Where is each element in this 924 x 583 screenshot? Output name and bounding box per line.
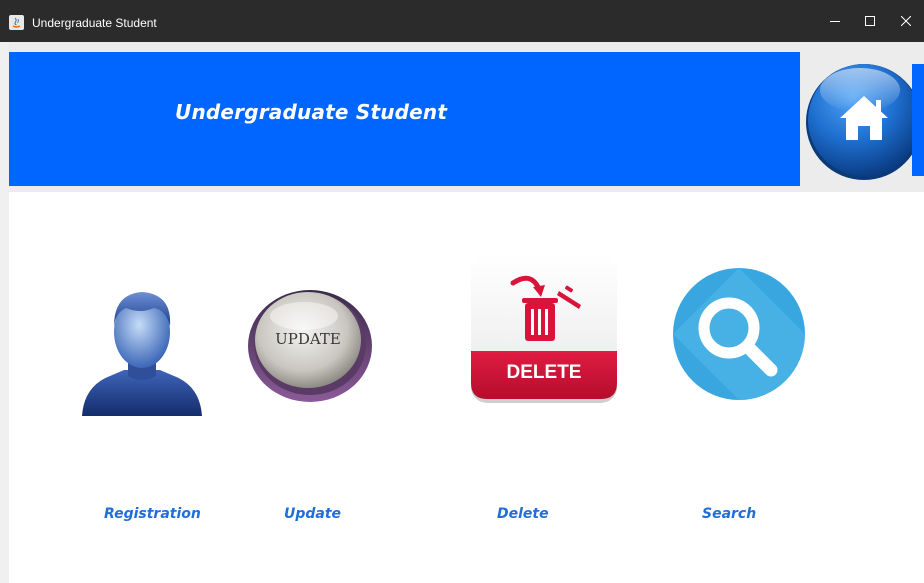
app-window: Undergraduate Student Undergraduate Stud… — [0, 0, 924, 583]
close-button[interactable] — [883, 0, 924, 42]
registration-label[interactable]: Registration — [104, 506, 201, 522]
search-label[interactable]: Search — [702, 506, 756, 522]
user-icon — [82, 292, 202, 416]
search-tile[interactable] — [671, 266, 808, 403]
maximize-icon — [865, 16, 875, 26]
delete-icon-text: DELETE — [507, 362, 582, 383]
window-left-edge — [0, 42, 9, 583]
window-title: Undergraduate Student — [32, 16, 157, 30]
home-button[interactable] — [800, 52, 924, 186]
home-icon — [806, 64, 922, 180]
update-icon: UPDATE — [248, 290, 372, 402]
title-bar[interactable]: Undergraduate Student — [0, 0, 924, 42]
trash-icon: DELETE — [471, 255, 617, 403]
page-title: Undergraduate Student — [175, 100, 448, 124]
update-label[interactable]: Update — [284, 506, 341, 522]
home-button-edge — [912, 64, 924, 176]
minimize-icon — [830, 21, 840, 22]
delete-tile[interactable]: DELETE — [469, 255, 619, 405]
close-icon — [901, 16, 911, 26]
delete-label[interactable]: Delete — [497, 506, 549, 522]
update-icon-text: UPDATE — [275, 330, 341, 348]
registration-tile[interactable] — [80, 288, 204, 420]
java-app-icon — [9, 15, 24, 30]
update-tile[interactable]: UPDATE — [246, 286, 374, 406]
search-icon — [673, 268, 805, 400]
